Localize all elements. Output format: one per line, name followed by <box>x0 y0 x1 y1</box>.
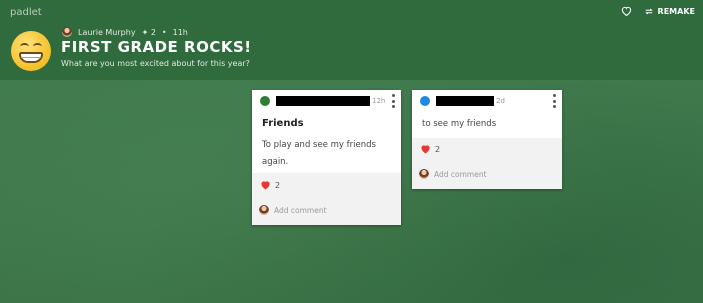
add-comment-field[interactable]: Add comment <box>259 205 327 215</box>
like-count: 2 <box>435 144 441 154</box>
post-time: 12h <box>372 97 386 105</box>
post-menu-button[interactable] <box>391 94 395 108</box>
add-comment-field[interactable]: Add comment <box>419 169 487 179</box>
board-byline: Laurie Murphy ✦ 2 • 11h <box>62 27 188 37</box>
post-card[interactable]: 12h Friends To play and see my friends a… <box>252 90 401 225</box>
post-menu-button[interactable] <box>552 94 556 108</box>
post-footer: 2 Add comment <box>412 138 562 189</box>
commenter-avatar <box>419 169 429 179</box>
heart-outline-icon <box>621 6 631 16</box>
like-count: 2 <box>275 180 281 190</box>
board-title: FIRST GRADE ROCKS! <box>61 38 252 56</box>
like-button[interactable]: 2 <box>420 144 440 154</box>
board-header: padlet REMAKE Laurie Murphy ✦ 2 • 11h FI… <box>0 0 703 80</box>
commenter-avatar <box>259 205 269 215</box>
remake-button[interactable]: REMAKE <box>644 7 695 16</box>
remake-label: REMAKE <box>657 6 695 16</box>
author-name[interactable]: Laurie Murphy <box>78 28 136 37</box>
post-time: 2d <box>496 97 505 105</box>
post-author-avatar[interactable] <box>260 96 270 106</box>
like-button[interactable]: 2 <box>260 180 280 190</box>
post-author-avatar[interactable] <box>420 96 430 106</box>
header-actions: REMAKE <box>621 6 695 16</box>
post-card[interactable]: 2d to see my friends 2 Add comment <box>412 90 562 189</box>
board-age: 11h <box>172 27 188 37</box>
heart-icon <box>261 181 270 190</box>
board-description: What are you most excited about for this… <box>61 59 250 68</box>
post-footer: 2 Add comment <box>252 173 401 225</box>
redacted-author-name <box>436 96 494 106</box>
post-title: Friends <box>262 118 304 129</box>
post-header: 2d <box>412 90 562 112</box>
add-comment-placeholder: Add comment <box>434 169 487 179</box>
add-comment-placeholder: Add comment <box>274 205 327 215</box>
repeat-icon <box>644 8 653 14</box>
post-header: 12h <box>252 90 401 112</box>
heart-icon <box>421 145 430 154</box>
separator-dot: • <box>161 27 167 37</box>
post-body: to see my friends <box>422 119 497 129</box>
contributors-count: ✦ 2 <box>141 27 156 37</box>
post-body: To play and see my friends again. <box>262 140 376 167</box>
redacted-author-name <box>276 96 370 106</box>
grinning-face-icon <box>11 31 51 71</box>
author-avatar[interactable] <box>62 27 72 37</box>
like-board-button[interactable] <box>621 6 632 16</box>
padlet-logo[interactable]: padlet <box>10 7 42 18</box>
